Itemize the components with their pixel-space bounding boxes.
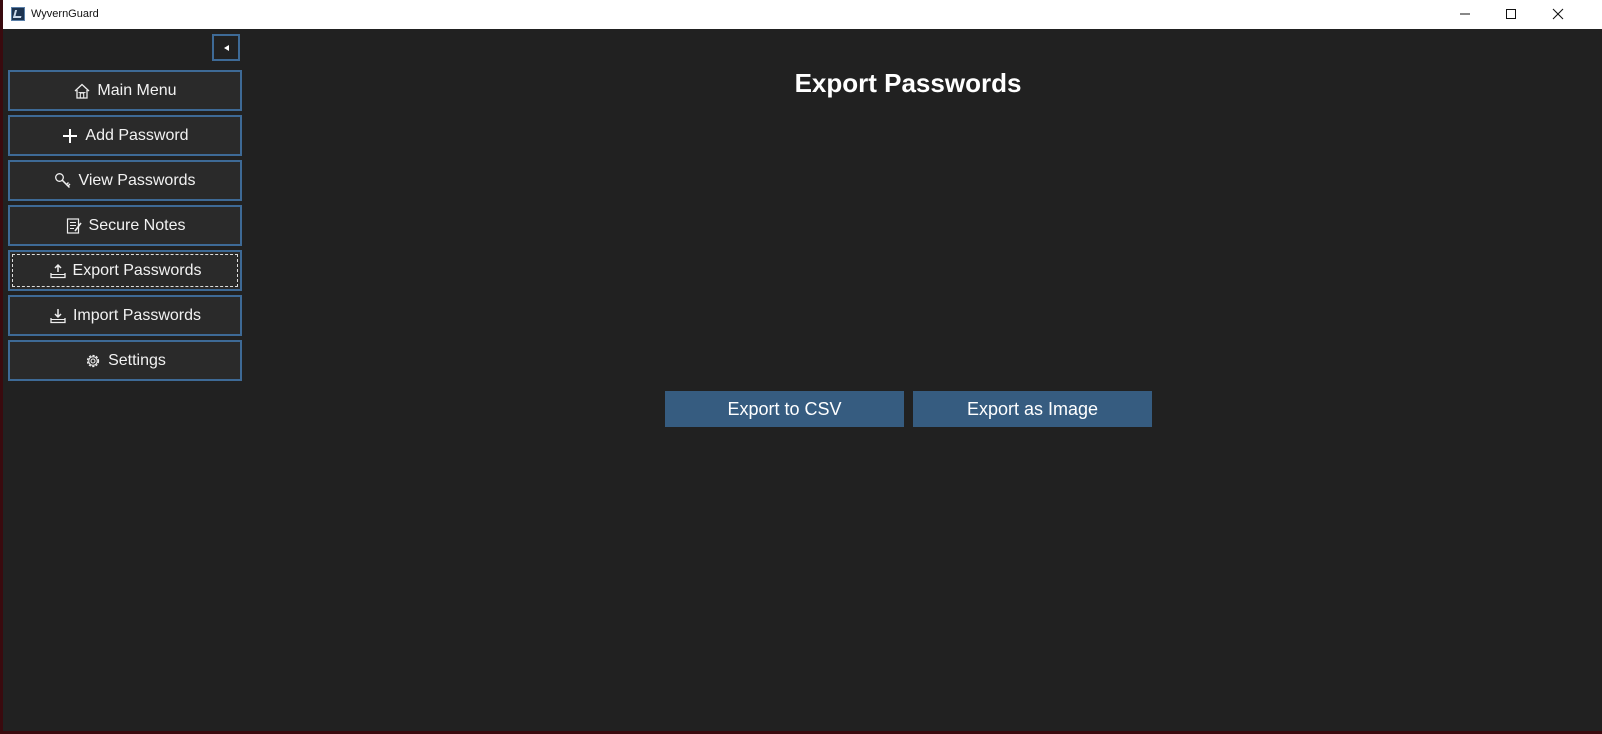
sidebar-item-secure-notes[interactable]: Secure Notes (8, 205, 242, 246)
close-button[interactable] (1536, 0, 1582, 29)
sidebar-item-label: Main Menu (97, 81, 177, 99)
sidebar-collapse-button[interactable] (212, 34, 240, 61)
gear-icon (84, 352, 102, 370)
sidebar-item-main-menu[interactable]: Main Menu (8, 70, 242, 111)
app-logo-icon (11, 7, 25, 21)
sidebar-nav: Main Menu Add Password View Passwords Se… (8, 70, 242, 385)
maximize-icon (1506, 9, 1516, 19)
minimize-button[interactable] (1443, 0, 1489, 29)
export-icon (49, 262, 67, 280)
home-icon (73, 82, 91, 100)
app-window: WyvernGuard Main Menu Add Password View … (3, 0, 1602, 731)
import-icon (49, 307, 67, 325)
maximize-button[interactable] (1489, 0, 1535, 29)
sidebar-item-label: View Passwords (78, 171, 196, 189)
sidebar-item-settings[interactable]: Settings (8, 340, 242, 381)
sidebar-item-export-passwords[interactable]: Export Passwords (8, 250, 242, 291)
sidebar-item-label: Export Passwords (72, 261, 202, 279)
sidebar-item-label: Import Passwords (72, 306, 202, 324)
close-icon (1552, 8, 1564, 20)
sidebar-item-label: Add Password (85, 126, 189, 144)
key-icon (54, 172, 72, 190)
sidebar-item-view-passwords[interactable]: View Passwords (8, 160, 242, 201)
title-bar[interactable]: WyvernGuard (3, 0, 1602, 29)
notes-icon (65, 217, 83, 235)
sidebar-item-label: Secure Notes (88, 216, 186, 234)
window-title: WyvernGuard (31, 8, 99, 20)
export-to-csv-button[interactable]: Export to CSV (665, 391, 904, 427)
sidebar-item-import-passwords[interactable]: Import Passwords (8, 295, 242, 336)
export-as-image-button[interactable]: Export as Image (913, 391, 1152, 427)
plus-icon (61, 127, 79, 145)
sidebar-item-add-password[interactable]: Add Password (8, 115, 242, 156)
page-title: Export Passwords (794, 68, 1022, 98)
sidebar-item-label: Settings (108, 351, 166, 369)
minimize-icon (1460, 13, 1470, 15)
